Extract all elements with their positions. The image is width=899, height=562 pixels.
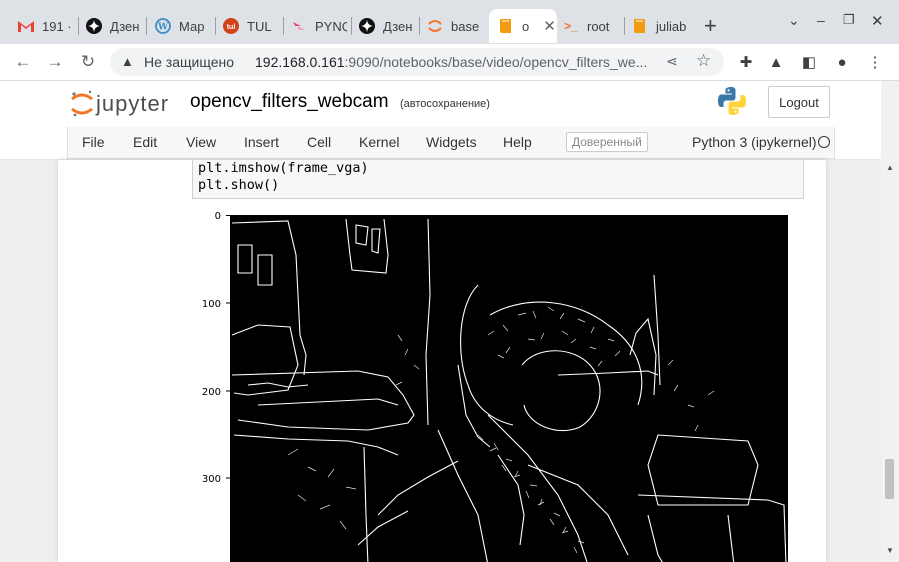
jupyter-logo-icon [71, 90, 93, 117]
url-text[interactable]: 192.168.0.161:9090/notebooks/base/video/… [255, 54, 647, 70]
omnibox[interactable]: ▲ Не защищено 192.168.0.161:9090/noteboo… [110, 48, 724, 76]
close-tab-icon[interactable]: ✕ [543, 17, 556, 35]
sidepanel-icon[interactable]: ◧ [799, 52, 819, 72]
tab-pynq[interactable]: PYNQ [291, 9, 347, 43]
menu-cell[interactable]: Cell [307, 134, 331, 150]
notebook-icon [498, 18, 514, 34]
tab-title: root [587, 18, 610, 34]
y-tick-label: 0 [215, 211, 221, 222]
autosave-status: (автосохранение) [400, 98, 490, 110]
menu-widgets[interactable]: Widgets [426, 134, 477, 150]
dzen-icon [86, 18, 102, 34]
bookmark-star-icon[interactable]: ☆ [696, 51, 711, 71]
trusted-badge[interactable]: Доверенный [566, 132, 648, 152]
y-tick-label: 300 [202, 474, 221, 485]
scroll-down-arrow-icon[interactable]: ▼ [886, 546, 894, 555]
new-tab-button[interactable]: + [704, 9, 717, 43]
tab-title: 191 · [42, 18, 72, 34]
reload-icon[interactable]: ↻ [78, 52, 98, 72]
tab-title: Дзен [383, 18, 413, 34]
share-icon[interactable]: ⋖ [666, 53, 678, 70]
menu-insert[interactable]: Insert [244, 134, 279, 150]
menu-file[interactable]: File [82, 134, 105, 150]
menu-bar: File Edit View Insert Cell Kernel Widget… [0, 127, 881, 160]
tab-title: Мар [179, 18, 205, 34]
svg-text:W: W [157, 23, 169, 33]
tab-separator [78, 17, 79, 35]
tab-separator [624, 17, 625, 35]
scroll-up-arrow-icon[interactable]: ▲ [886, 163, 894, 172]
warning-icon[interactable]: ▲ [121, 54, 134, 69]
gmail-icon [18, 18, 34, 34]
tab-search-chevron-icon[interactable]: ⌄ [788, 12, 800, 29]
tab-active-notebook[interactable]: o ✕ [489, 9, 557, 43]
tab-gmail[interactable]: 191 · [18, 9, 74, 43]
flask-icon[interactable]: ▲ [766, 52, 786, 72]
wordpress-icon: W [155, 18, 171, 34]
menu-edit[interactable]: Edit [133, 134, 157, 150]
address-bar: ← → ↻ ▲ Не защищено 192.168.0.161:9090/n… [0, 44, 899, 81]
scrollbar-thumb[interactable] [885, 459, 894, 499]
tab-title: PYNQ [315, 18, 347, 34]
notebook-icon [632, 18, 648, 34]
menu-container: File Edit View Insert Cell Kernel Widget… [67, 127, 835, 159]
notebook-container: plt.imshow(frame_vga) plt.show() 0 100 2… [58, 160, 826, 562]
extensions-puzzle-icon[interactable]: ✚ [736, 52, 756, 72]
notebook-title[interactable]: opencv_filters_webcam [190, 91, 389, 113]
tab-juliab[interactable]: juliab [632, 9, 686, 43]
forward-icon[interactable]: → [45, 52, 65, 72]
edge-image [230, 215, 788, 562]
python-logo-icon [716, 85, 748, 122]
jupyter-logo[interactable]: jupyter [70, 89, 169, 119]
tab-title: o [522, 18, 530, 34]
tab-terminal[interactable]: >_ root [563, 9, 619, 43]
url-host: 192.168.0.161 [255, 54, 345, 70]
code-line: plt.imshow(frame_vga) [198, 160, 369, 176]
menu-kebab-icon[interactable]: ⋮ [865, 52, 885, 72]
jupyter-logo-text: jupyter [96, 91, 170, 116]
restore-icon[interactable]: ❐ [843, 12, 855, 28]
dzen-icon [359, 18, 375, 34]
url-path: :9090/notebooks/base/video/opencv_filter… [344, 54, 648, 70]
security-label[interactable]: Не защищено [144, 54, 234, 70]
terminal-icon: >_ [564, 19, 578, 33]
svg-text:tul: tul [227, 24, 236, 31]
tab-base[interactable]: base [427, 9, 483, 43]
logout-button[interactable]: Logout [768, 86, 830, 118]
jupyter-header: jupyter opencv_filters_webcam (автосохра… [0, 81, 881, 127]
code-line: plt.show() [198, 177, 280, 193]
tab-wordpress[interactable]: W Мар [155, 9, 211, 43]
menu-kernel[interactable]: Kernel [359, 134, 399, 150]
y-tick-label: 200 [202, 387, 221, 398]
tab-separator [351, 17, 352, 35]
profile-icon[interactable]: ● [832, 52, 852, 72]
menu-help[interactable]: Help [503, 134, 532, 150]
tab-title: juliab [656, 18, 686, 34]
tab-title: TUL [247, 18, 272, 34]
tul-icon: tul [223, 18, 239, 34]
tab-separator [146, 17, 147, 35]
close-window-icon[interactable]: ✕ [871, 12, 884, 30]
tab-title: base [451, 18, 480, 34]
kernel-name[interactable]: Python 3 (ipykernel) [692, 134, 817, 150]
tab-bar: 191 · Дзен W Мар tul TUL PYNQ Дзен base [0, 0, 899, 44]
back-icon[interactable]: ← [13, 52, 33, 72]
menu-view[interactable]: View [186, 134, 216, 150]
y-tick-label: 100 [202, 299, 221, 310]
page-content: jupyter opencv_filters_webcam (автосохра… [0, 81, 881, 562]
minimize-icon[interactable]: – [817, 12, 825, 28]
tab-separator [283, 17, 284, 35]
jupyter-icon [427, 18, 443, 34]
tab-dzen-1[interactable]: Дзен [86, 9, 142, 43]
tab-dzen-2[interactable]: Дзен [359, 9, 415, 43]
page-scrollbar[interactable]: ▲ ▼ [881, 81, 899, 562]
output-image-plot: 0 100 200 300 [202, 211, 788, 562]
kernel-status-indicator [818, 136, 830, 148]
code-cell[interactable]: plt.imshow(frame_vga) plt.show() [192, 160, 804, 199]
tab-separator [215, 17, 216, 35]
pynq-icon [291, 18, 307, 34]
tab-separator [419, 17, 420, 35]
tab-tul[interactable]: tul TUL [223, 9, 279, 43]
tab-title: Дзен [110, 18, 140, 34]
